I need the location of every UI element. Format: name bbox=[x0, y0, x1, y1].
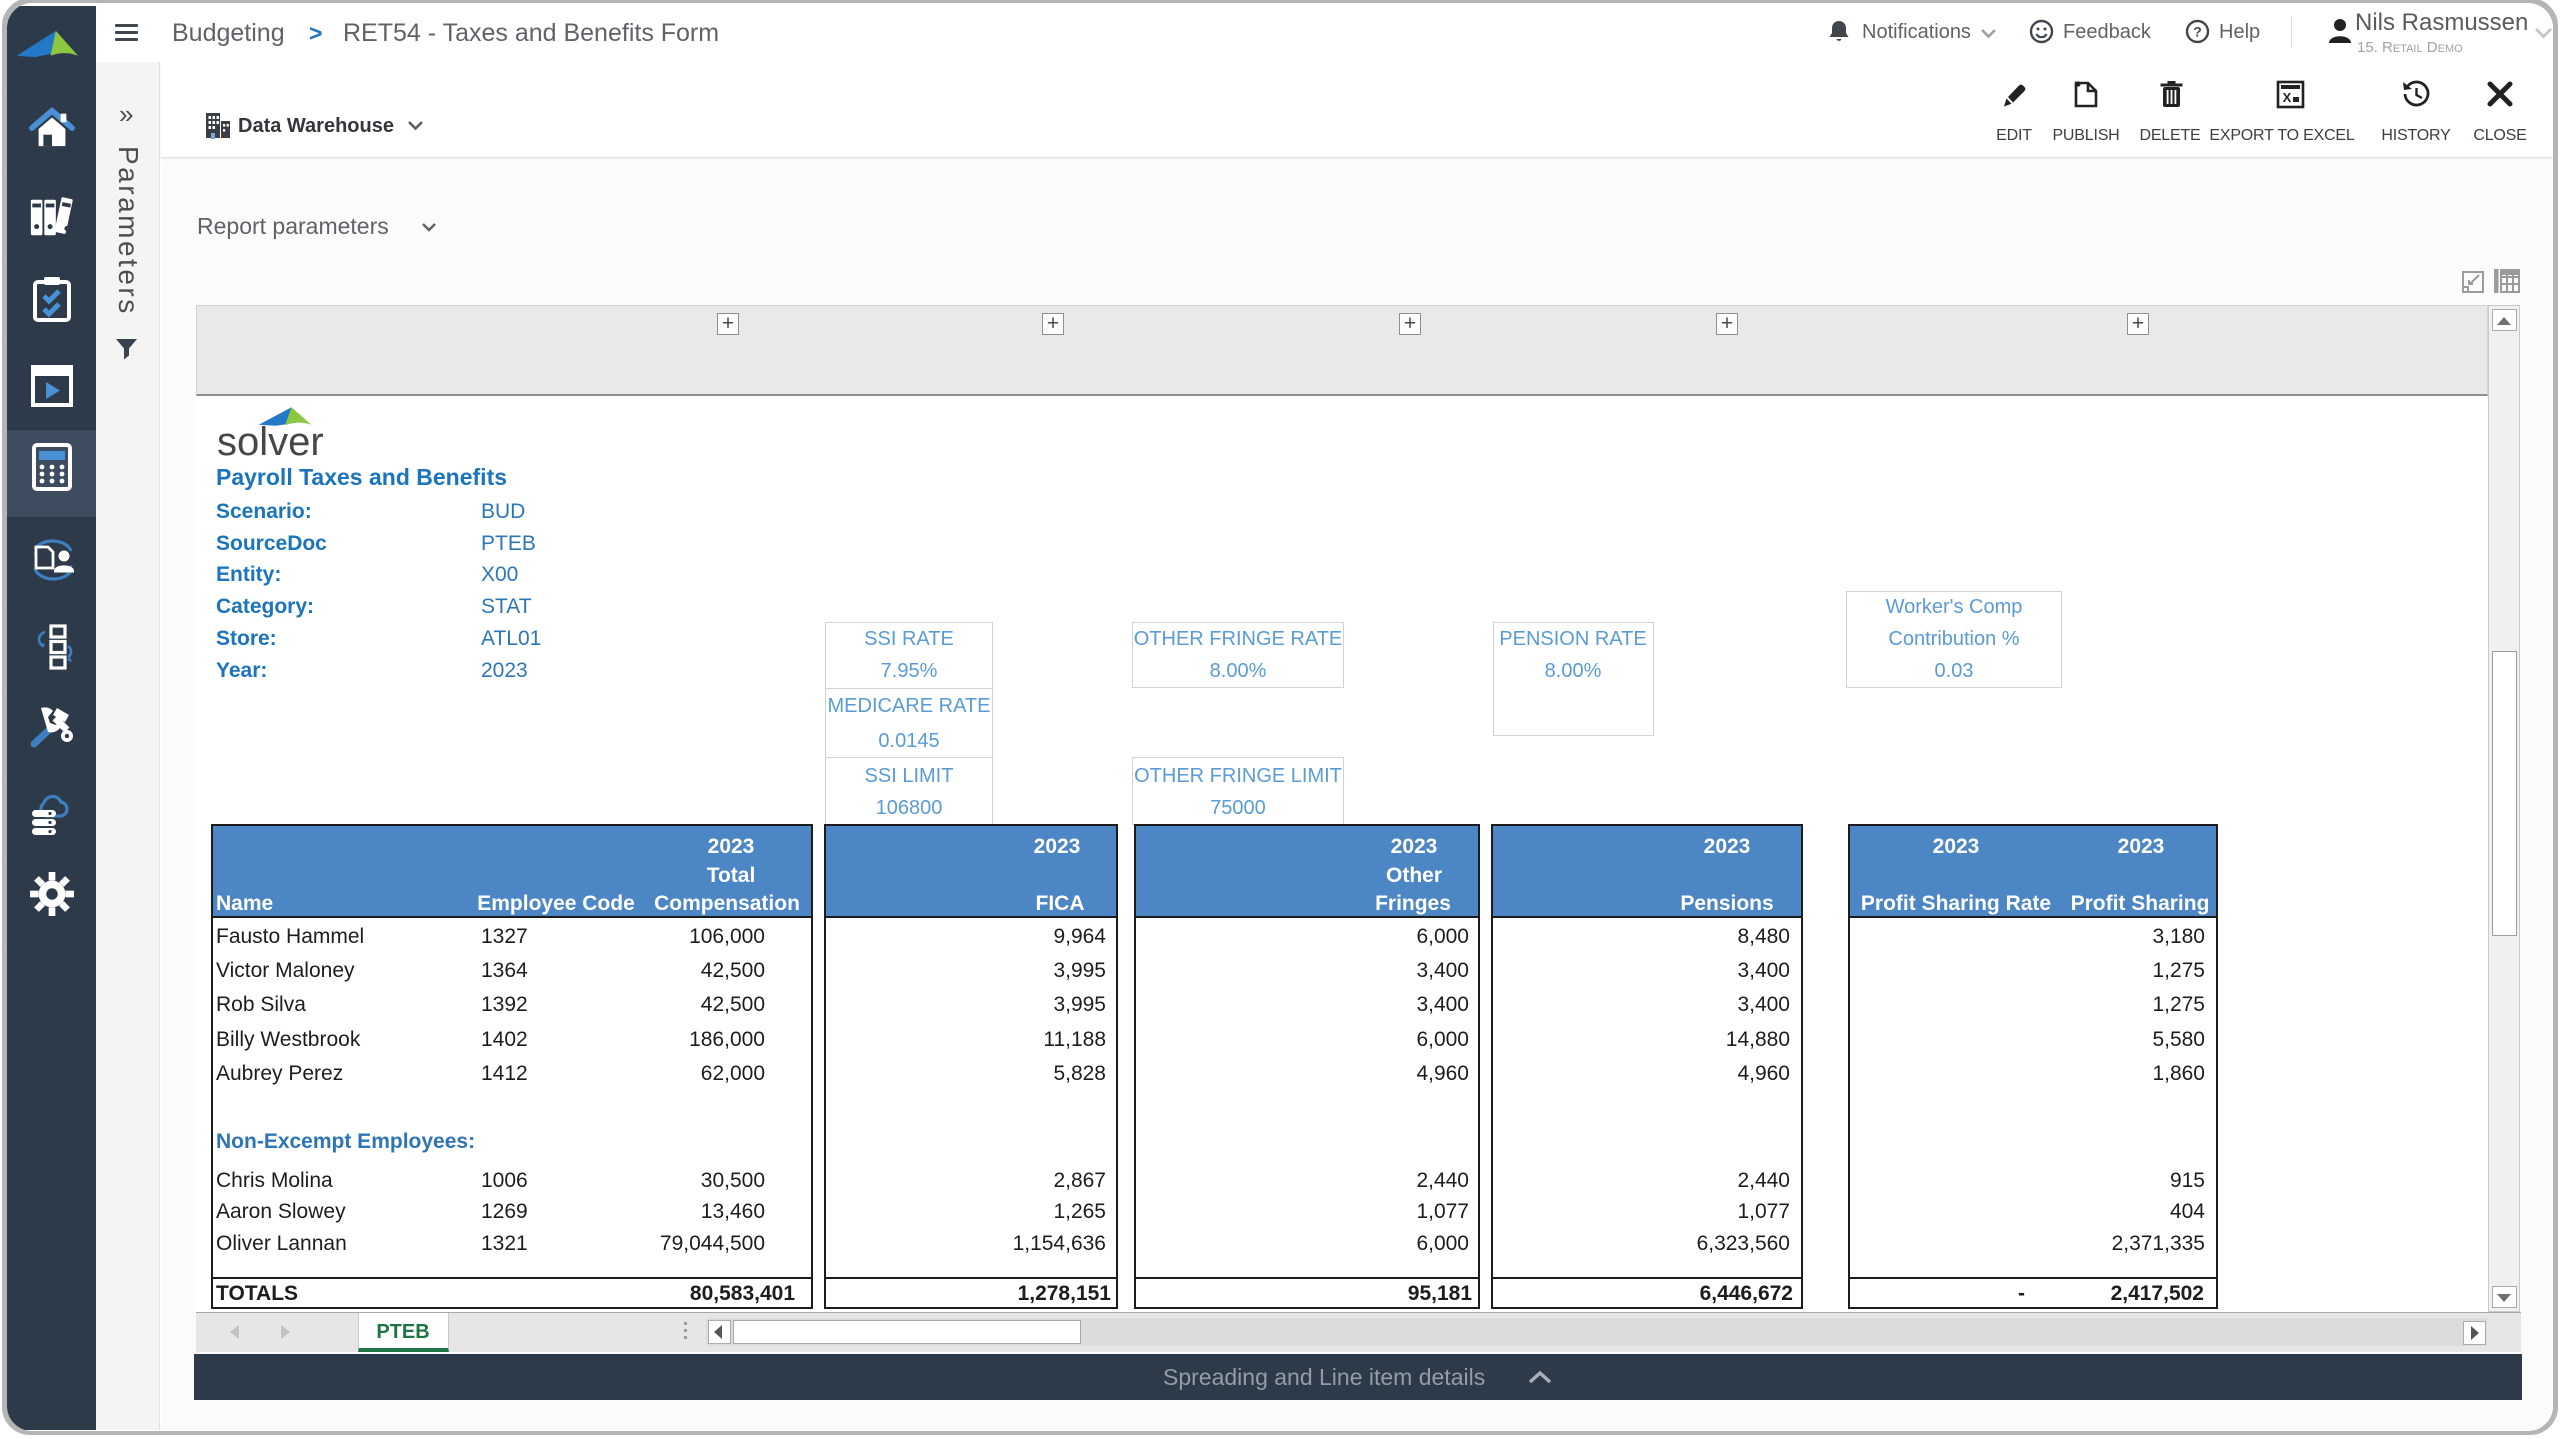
svg-text:X: X bbox=[2283, 90, 2292, 105]
svg-text:?: ? bbox=[2193, 24, 2202, 40]
